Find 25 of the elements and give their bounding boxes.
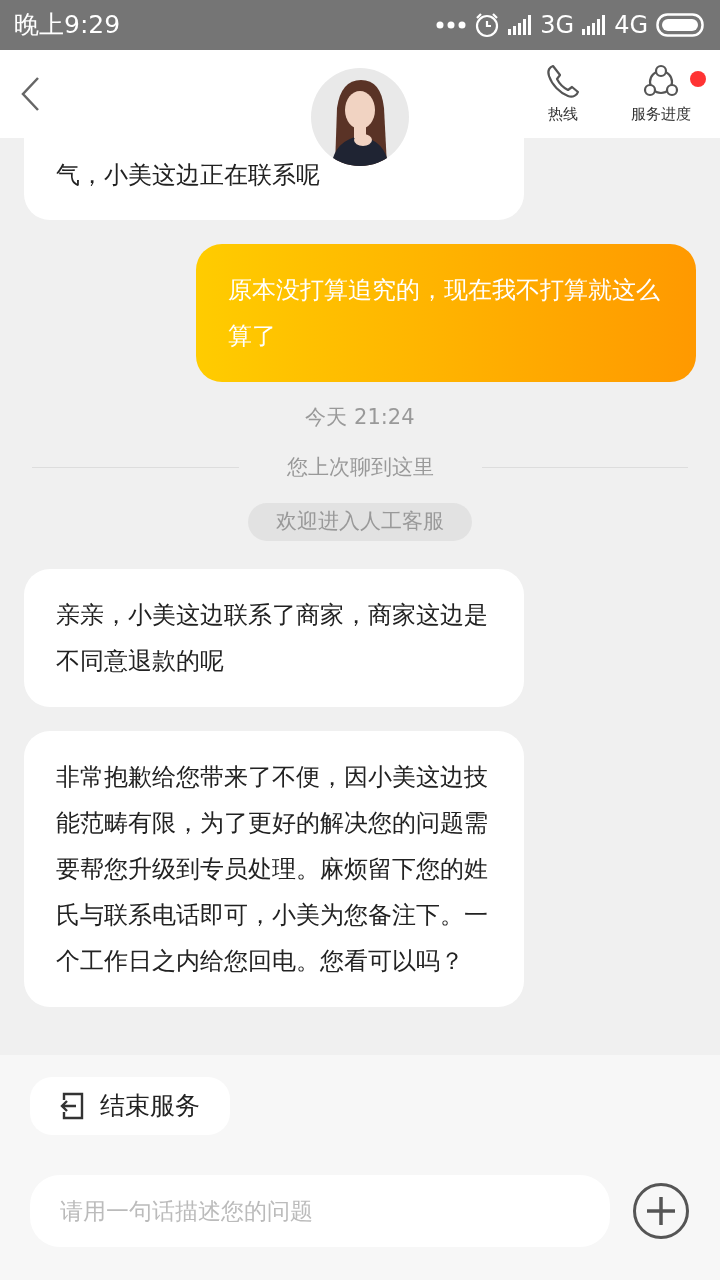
alarm-icon <box>474 12 501 38</box>
more-dots-icon <box>436 21 467 29</box>
clock-time: 晚上9:29 <box>14 9 121 42</box>
message-bubble: 亲亲，小美这边联系了商家，商家这边是不同意退款的呢 <box>24 568 524 707</box>
service-progress-button[interactable]: 服务进度 <box>616 62 706 126</box>
system-notice: 欢迎进入人工客服 <box>248 503 472 541</box>
add-button[interactable] <box>632 1181 690 1240</box>
people-circle-icon <box>643 62 679 99</box>
hotline-button[interactable]: 热线 <box>518 62 608 126</box>
message-bubble: 非常抱歉给您带来了不便，因小美这边技能范畴有限，为了更好的解决您的问题需要帮您升级到专员处理。麻烦留下您的姓氏与联系电话即可，小美为您备注下。一个工作日之内给您回电。您看可以吗？ <box>24 730 524 1007</box>
back-icon <box>20 76 40 112</box>
plus-icon <box>632 1181 690 1240</box>
history-divider-label: 您上次聊到这里 <box>286 453 434 481</box>
timestamp: 今天 21:24 <box>305 404 415 431</box>
signal-icon <box>582 15 607 35</box>
end-service-button[interactable]: 结束服务 <box>30 1077 230 1135</box>
network-label: 4G <box>614 10 648 41</box>
signal-icon <box>508 15 533 35</box>
battery-icon <box>656 13 706 37</box>
network-label: 3G <box>540 10 575 41</box>
phone-icon <box>545 62 581 99</box>
exit-icon <box>60 1091 84 1120</box>
message-bubble: 原本没打算追究的，现在我不打算就这么算了 <box>196 244 696 382</box>
message-bubble: 气，小美这边正在联系呢 <box>24 138 524 220</box>
message-input[interactable]: 请用一句话描述您的问题 <box>30 1174 610 1247</box>
